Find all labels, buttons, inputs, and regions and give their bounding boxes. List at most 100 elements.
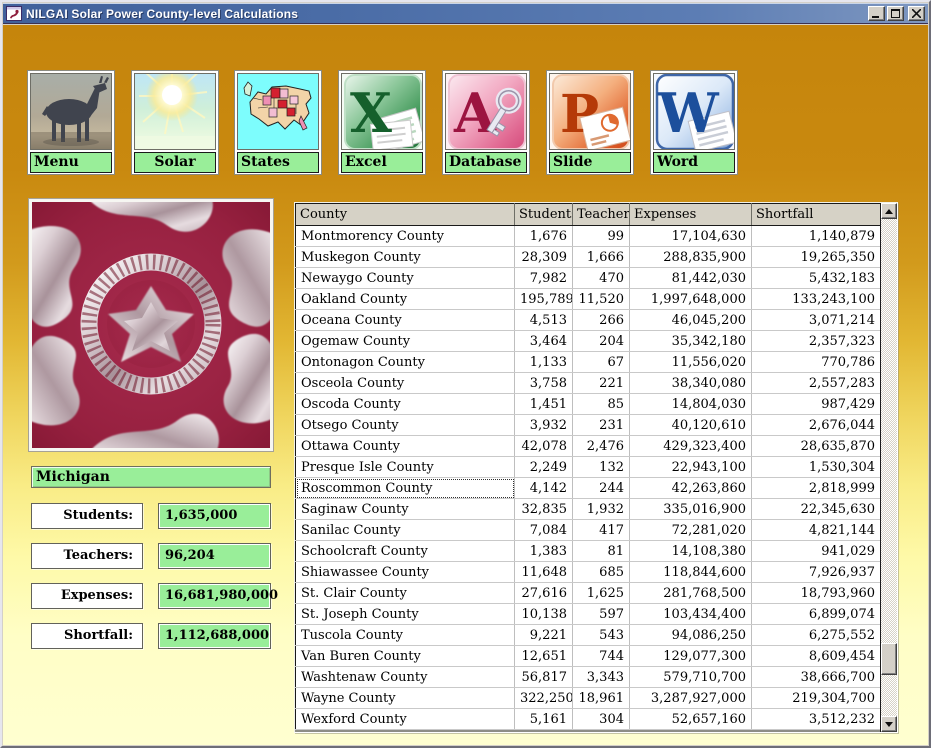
cell-expenses[interactable]: 103,434,400: [630, 604, 752, 625]
table-row[interactable]: Oakland County 195,789 11,520 1,997,648,…: [296, 289, 881, 310]
cell-students[interactable]: 4,142: [515, 478, 573, 499]
table-row[interactable]: Van Buren County 12,651 744 129,077,300 …: [296, 646, 881, 667]
cell-county[interactable]: Ogemaw County: [296, 331, 515, 352]
close-button[interactable]: [908, 6, 925, 21]
maximize-button[interactable]: [887, 6, 904, 21]
table-row[interactable]: Saginaw County 32,835 1,932 335,016,900 …: [296, 499, 881, 520]
cell-expenses[interactable]: 118,844,600: [630, 562, 752, 583]
cell-county[interactable]: Otsego County: [296, 415, 515, 436]
cell-county[interactable]: St. Joseph County: [296, 604, 515, 625]
cell-expenses[interactable]: 11,556,020: [630, 352, 752, 373]
cell-expenses[interactable]: 40,120,610: [630, 415, 752, 436]
cell-expenses[interactable]: 129,077,300: [630, 646, 752, 667]
cell-county[interactable]: Wexford County: [296, 709, 515, 730]
cell-shortfall[interactable]: 6,275,552: [752, 625, 881, 646]
cell-shortfall[interactable]: 2,676,044: [752, 415, 881, 436]
cell-expenses[interactable]: 14,804,030: [630, 394, 752, 415]
table-row[interactable]: Washtenaw County 56,817 3,343 579,710,70…: [296, 667, 881, 688]
cell-county[interactable]: Sanilac County: [296, 520, 515, 541]
cell-teachers[interactable]: 11,520: [573, 289, 630, 310]
cell-teachers[interactable]: 744: [573, 646, 630, 667]
slide-button[interactable]: P Slide: [546, 70, 634, 175]
teachers-value[interactable]: 96,204: [158, 543, 271, 569]
table-row[interactable]: Osceola County 3,758 221 38,340,080 2,55…: [296, 373, 881, 394]
cell-expenses[interactable]: 335,016,900: [630, 499, 752, 520]
cell-shortfall[interactable]: 2,557,283: [752, 373, 881, 394]
cell-county[interactable]: Oceana County: [296, 310, 515, 331]
cell-teachers[interactable]: 99: [573, 226, 630, 247]
cell-county[interactable]: Ottawa County: [296, 436, 515, 457]
cell-students[interactable]: 32,835: [515, 499, 573, 520]
cell-county[interactable]: Muskegon County: [296, 247, 515, 268]
cell-shortfall[interactable]: 22,345,630: [752, 499, 881, 520]
students-value[interactable]: 1,635,000: [158, 503, 271, 529]
cell-shortfall[interactable]: 941,029: [752, 541, 881, 562]
cell-shortfall[interactable]: 3,071,214: [752, 310, 881, 331]
cell-teachers[interactable]: 304: [573, 709, 630, 730]
cell-expenses[interactable]: 35,342,180: [630, 331, 752, 352]
cell-students[interactable]: 9,221: [515, 625, 573, 646]
table-row[interactable]: St. Joseph County 10,138 597 103,434,400…: [296, 604, 881, 625]
cell-students[interactable]: 195,789: [515, 289, 573, 310]
cell-county[interactable]: Schoolcraft County: [296, 541, 515, 562]
cell-teachers[interactable]: 2,476: [573, 436, 630, 457]
menu-button[interactable]: Menu: [27, 70, 115, 175]
scroll-down-button[interactable]: [881, 716, 897, 732]
cell-students[interactable]: 2,249: [515, 457, 573, 478]
table-row[interactable]: Muskegon County 28,309 1,666 288,835,900…: [296, 247, 881, 268]
cell-students[interactable]: 1,133: [515, 352, 573, 373]
shortfall-value[interactable]: 1,112,688,000: [158, 623, 271, 649]
cell-students[interactable]: 27,616: [515, 583, 573, 604]
cell-shortfall[interactable]: 2,357,323: [752, 331, 881, 352]
word-button[interactable]: W Word: [650, 70, 738, 175]
cell-shortfall[interactable]: 770,786: [752, 352, 881, 373]
cell-shortfall[interactable]: 8,609,454: [752, 646, 881, 667]
cell-teachers[interactable]: 132: [573, 457, 630, 478]
cell-teachers[interactable]: 1,625: [573, 583, 630, 604]
cell-expenses[interactable]: 3,287,927,000: [630, 688, 752, 709]
col-header-county[interactable]: County: [296, 204, 515, 226]
cell-expenses[interactable]: 81,442,030: [630, 268, 752, 289]
cell-teachers[interactable]: 221: [573, 373, 630, 394]
cell-students[interactable]: 1,451: [515, 394, 573, 415]
cell-expenses[interactable]: 94,086,250: [630, 625, 752, 646]
cell-students[interactable]: 3,464: [515, 331, 573, 352]
cell-teachers[interactable]: 244: [573, 478, 630, 499]
cell-expenses[interactable]: 429,323,400: [630, 436, 752, 457]
scrollbar-thumb[interactable]: [881, 643, 897, 675]
cell-students[interactable]: 7,982: [515, 268, 573, 289]
cell-students[interactable]: 322,250: [515, 688, 573, 709]
cell-county[interactable]: Washtenaw County: [296, 667, 515, 688]
cell-shortfall[interactable]: 2,818,999: [752, 478, 881, 499]
cell-students[interactable]: 28,309: [515, 247, 573, 268]
table-row[interactable]: Wayne County 322,250 18,961 3,287,927,00…: [296, 688, 881, 709]
cell-county[interactable]: Ontonagon County: [296, 352, 515, 373]
cell-students[interactable]: 1,676: [515, 226, 573, 247]
cell-expenses[interactable]: 281,768,500: [630, 583, 752, 604]
cell-county[interactable]: Osceola County: [296, 373, 515, 394]
cell-teachers[interactable]: 204: [573, 331, 630, 352]
cell-county[interactable]: Van Buren County: [296, 646, 515, 667]
cell-shortfall[interactable]: 7,926,937: [752, 562, 881, 583]
table-row[interactable]: Montmorency County 1,676 99 17,104,630 1…: [296, 226, 881, 247]
table-row[interactable]: Ottawa County 42,078 2,476 429,323,400 2…: [296, 436, 881, 457]
cell-county[interactable]: Montmorency County: [296, 226, 515, 247]
solar-button[interactable]: Solar: [131, 70, 219, 175]
cell-teachers[interactable]: 231: [573, 415, 630, 436]
cell-students[interactable]: 10,138: [515, 604, 573, 625]
cell-shortfall[interactable]: 18,793,960: [752, 583, 881, 604]
cell-county[interactable]: St. Clair County: [296, 583, 515, 604]
cell-students[interactable]: 56,817: [515, 667, 573, 688]
cell-expenses[interactable]: 42,263,860: [630, 478, 752, 499]
cell-shortfall[interactable]: 5,432,183: [752, 268, 881, 289]
cell-shortfall[interactable]: 28,635,870: [752, 436, 881, 457]
cell-shortfall[interactable]: 4,821,144: [752, 520, 881, 541]
cell-teachers[interactable]: 685: [573, 562, 630, 583]
table-row[interactable]: Oscoda County 1,451 85 14,804,030 987,42…: [296, 394, 881, 415]
cell-county[interactable]: Roscommon County: [296, 478, 515, 499]
database-button[interactable]: A Database: [442, 70, 530, 175]
col-header-students[interactable]: Students: [515, 204, 573, 226]
cell-shortfall[interactable]: 6,899,074: [752, 604, 881, 625]
scroll-up-button[interactable]: [881, 203, 897, 219]
table-row[interactable]: St. Clair County 27,616 1,625 281,768,50…: [296, 583, 881, 604]
